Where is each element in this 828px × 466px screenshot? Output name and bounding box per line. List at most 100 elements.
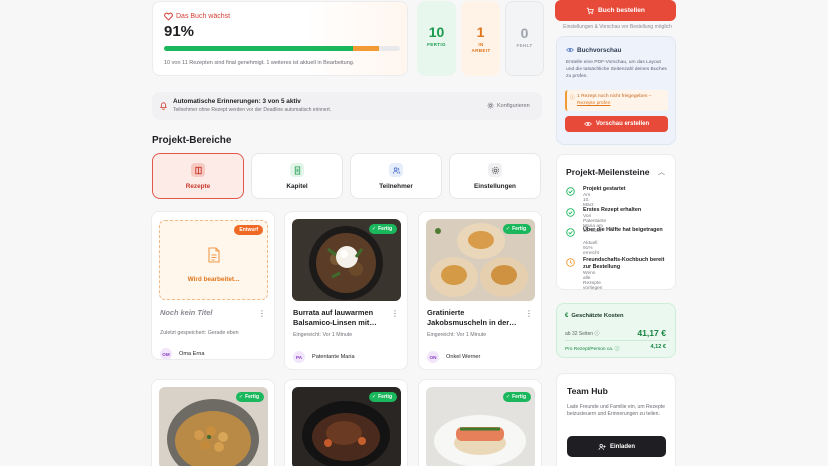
tab-einstellungen-label: Einstellungen [474, 183, 516, 190]
tab-teilnehmer-label: Teilnehmer [379, 183, 413, 190]
eye-icon [584, 120, 592, 128]
stat-missing: 0 FEHLT [505, 1, 544, 76]
settings-icon [488, 163, 502, 177]
recipe-card[interactable]: ✓ Fertig Burrata auf lauwarmen Balsamico-… [284, 211, 408, 370]
order-book-label: Buch bestellen [598, 7, 645, 14]
progress-bar-in-work [352, 46, 379, 51]
progress-bar-done [164, 46, 353, 51]
recipe-image: ✓ Fertig [292, 387, 401, 466]
status-badge-label: Fertig [378, 226, 392, 232]
check-icon: ✓ [505, 226, 511, 232]
configure-label: Konfigurieren [497, 102, 530, 109]
bell-icon [159, 101, 168, 110]
costs-total: 41,17 € [637, 328, 666, 338]
configure-button[interactable]: Konfigurieren [487, 102, 530, 109]
tab-rezepte[interactable]: Rezepte [152, 153, 244, 199]
avatar: ON [427, 351, 439, 363]
add-user-icon [598, 443, 606, 451]
milestone-sub: Am 10. März [583, 193, 594, 208]
milestones-panel: Projekt-Meilensteine ︿ Projekt gestartet… [556, 154, 676, 291]
progress-percent: 91% [164, 23, 195, 40]
invite-label: Einladen [609, 443, 635, 450]
preview-heading: Buchvorschau [566, 46, 621, 54]
recipe-title: Gratinierte Jakobsmuscheln in der… [427, 308, 517, 327]
check-icon: ✓ [371, 226, 377, 232]
status-badge: ✓ Fertig [368, 224, 397, 234]
status-badge: ✓ Fertig [502, 224, 531, 234]
recipe-meta: Eingereicht: Vor 1 Minute [293, 332, 353, 338]
stat-in-work-label: IN ARBEIT [471, 42, 491, 53]
milestones-title: Projekt-Meilensteine [566, 167, 650, 177]
more-icon[interactable]: ⋮ [258, 309, 266, 318]
status-badge: ✓ Fertig [502, 392, 531, 402]
recipe-card[interactable]: ✓ Fertig [418, 379, 542, 466]
milestone-title: Über die Hälfte hat beigetragen [583, 227, 663, 233]
alert-icon: ⓘ [570, 95, 576, 101]
team-hub-panel: Team Hub Lade Freunde und Familie ein, u… [556, 373, 676, 466]
avatar: OM [160, 348, 172, 359]
create-preview-button[interactable]: Vorschau erstellen [565, 116, 668, 132]
users-icon [389, 163, 403, 177]
check-icon: ✓ [371, 394, 377, 400]
costs-per-label: Pro Rezept/Person ca. ⓘ [565, 345, 619, 352]
recipe-card-draft[interactable]: Entwurf Wird bearbeitet... Noch kein Tit… [151, 211, 275, 360]
status-badge: ✓ Fertig [235, 392, 264, 402]
check-circle-icon [566, 187, 575, 196]
status-badge-label: Fertig [378, 394, 392, 400]
book-preview-panel: Buchvorschau Erstelle eine PDF-Vorschau,… [556, 36, 676, 145]
recipe-title: Burrata auf lauwarmen Balsamico-Linsen m… [293, 308, 377, 327]
draft-placeholder: Entwurf Wird bearbeitet... [159, 220, 268, 300]
recipe-meta: Eingereicht: Vor 1 Minute [427, 332, 487, 338]
section-title: Projekt-Bereiche [152, 135, 232, 146]
progress-bar [164, 46, 400, 51]
info-icon[interactable]: ⓘ [615, 347, 620, 352]
recipe-author: Oma Erna [179, 351, 205, 357]
recipe-card[interactable]: ✓ Fertig Gratinierte Jakobsmuscheln in de… [418, 211, 542, 370]
recipe-card[interactable]: ✓ Fertig [284, 379, 408, 466]
book-icon [191, 163, 205, 177]
gear-icon [487, 102, 494, 109]
tab-kapitel-label: Kapitel [286, 183, 308, 190]
milestone-sub: Wenn alle Rezepte vorliegen [583, 271, 603, 291]
order-note: Einstellungen & Vorschau vor Bestellung … [563, 24, 672, 30]
reminder-subtitle: Teilnehmer ohne Rezept werden vor der De… [173, 106, 332, 113]
tab-rezepte-label: Rezepte [185, 183, 211, 190]
check-icon: ✓ [505, 394, 511, 400]
chevron-up-icon[interactable]: ︿ [658, 167, 665, 177]
more-icon[interactable]: ⋮ [391, 309, 399, 318]
progress-card: Das Buch wächst 91% 10 von 11 Rezepten s… [152, 1, 408, 76]
costs-per-text: Pro Rezept/Person ca. [565, 347, 614, 352]
status-badge-label: Fertig [512, 226, 526, 232]
review-recipes-link[interactable]: Rezepte prüfen [577, 101, 610, 106]
milestone-title: Projekt gestartet [583, 186, 626, 192]
team-hub-description: Lade Freunde und Familie ein, um Rezepte… [567, 404, 665, 418]
order-book-button[interactable]: Buch bestellen [555, 0, 676, 21]
heart-icon [164, 12, 173, 21]
progress-heading-text: Das Buch wächst [176, 13, 231, 20]
costs-pages-label: ab 32 Seiten ⓘ [565, 330, 600, 337]
recipe-card[interactable]: ✓ Fertig [151, 379, 275, 466]
status-badge-label: Fertig [245, 394, 259, 400]
cart-icon [586, 7, 594, 15]
info-icon[interactable]: ⓘ [594, 331, 599, 337]
preview-warning-text: 1 Rezept noch nicht freigegeben – [577, 94, 652, 99]
recipe-image: ✓ Fertig [426, 387, 535, 466]
tab-kapitel[interactable]: Kapitel [251, 153, 343, 199]
preview-description: Erstelle eine PDF-Vorschau, um das Layou… [566, 60, 667, 79]
document-icon [290, 163, 304, 177]
tab-teilnehmer[interactable]: Teilnehmer [350, 153, 442, 199]
milestone-title: Freundschafts-Kochbuch bereit zur Bestel… [583, 257, 665, 270]
avatar: PA [293, 351, 305, 363]
more-icon[interactable]: ⋮ [525, 309, 533, 318]
stat-in-work-value: 1 [476, 24, 485, 40]
tab-einstellungen[interactable]: Einstellungen [449, 153, 541, 199]
stat-done-value: 10 [428, 24, 445, 40]
milestone-title: Erstes Rezept erhalten [583, 207, 642, 213]
recipe-image: ✓ Fertig [159, 387, 268, 466]
reminder-banner: Automatische Erinnerungen: 3 von 5 aktiv… [152, 92, 542, 120]
invite-button[interactable]: Einladen [567, 436, 666, 457]
recipe-author: Onkel Werner [446, 354, 481, 360]
preview-title: Buchvorschau [577, 46, 622, 54]
team-hub-title: Team Hub [567, 386, 608, 396]
costs-pages-text: ab 32 Seiten [565, 331, 594, 337]
